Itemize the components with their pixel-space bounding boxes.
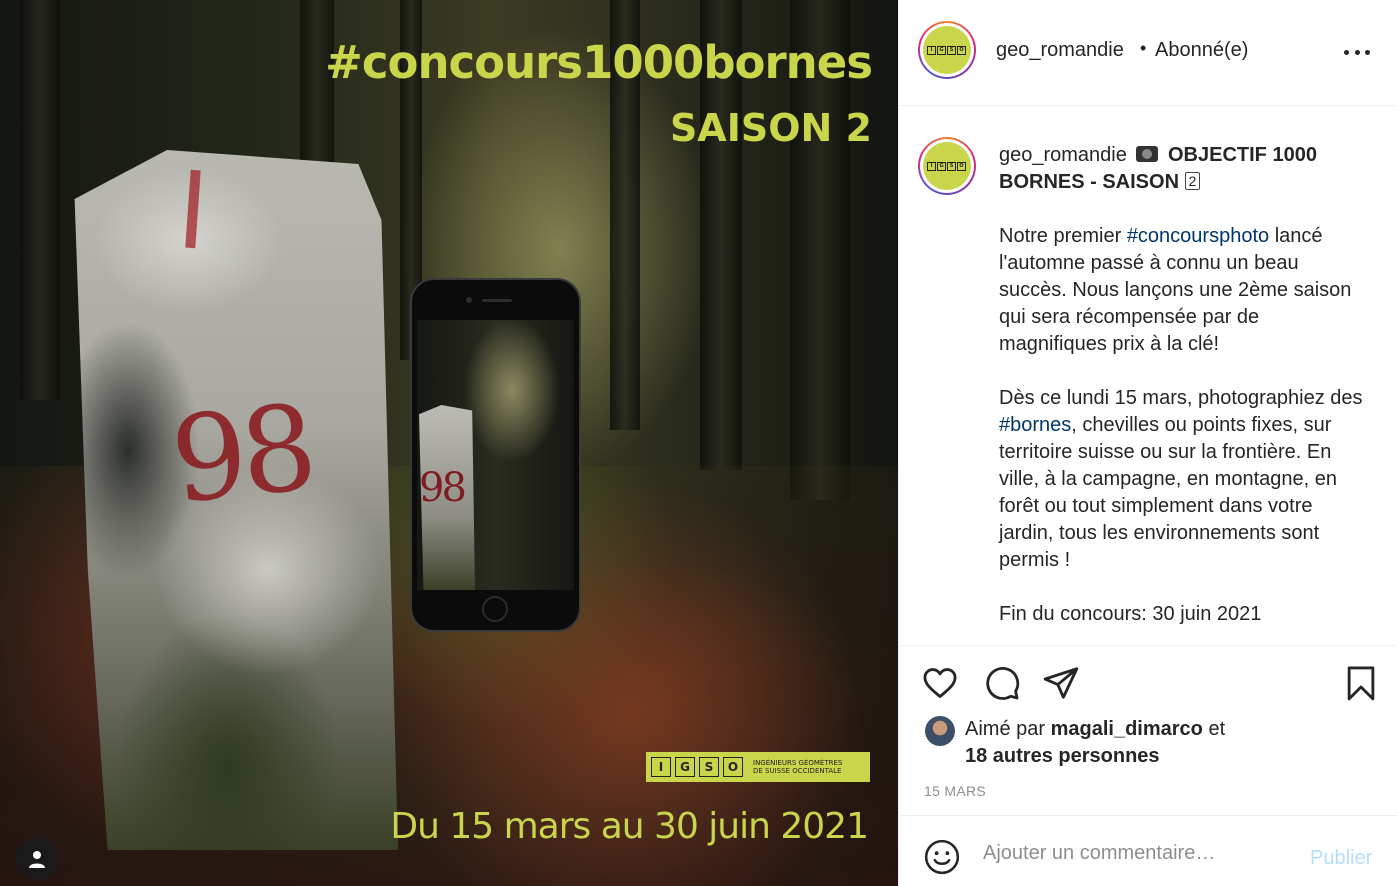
post-header: IGSO geo_romandie • Abonné(e) bbox=[899, 0, 1397, 106]
share-icon[interactable] bbox=[1042, 664, 1080, 702]
caption-paragraph: Fin du concours: 30 juin 2021 bbox=[999, 603, 1262, 625]
caption-paragraph: Dès ce lundi 15 mars, photographiez des … bbox=[999, 387, 1363, 571]
caption-username-link[interactable]: geo_romandie bbox=[999, 144, 1127, 166]
caption-section: IGSO geo_romandie OBJECTIF 1000 BORNES -… bbox=[899, 107, 1397, 645]
igso-letter: G bbox=[675, 757, 695, 777]
igso-tagline: INGÉNIEURS GÉOMÈTRES DE SUISSE OCCIDENTA… bbox=[753, 759, 842, 775]
avatar[interactable]: IGSO bbox=[923, 26, 971, 74]
igso-logo-badge: I G S O INGÉNIEURS GÉOMÈTRES DE SUISSE O… bbox=[646, 752, 870, 782]
post-actions: Aimé par magali_dimarco et 18 autres per… bbox=[899, 645, 1397, 815]
phone-home-button bbox=[482, 596, 508, 622]
liker-avatar[interactable] bbox=[925, 716, 955, 746]
hashtag-link[interactable]: #bornes bbox=[999, 414, 1071, 436]
igso-tagline-line1: INGÉNIEURS GÉOMÈTRES bbox=[753, 759, 843, 767]
avatar[interactable]: IGSO bbox=[923, 142, 971, 190]
comment-icon[interactable] bbox=[983, 664, 1021, 702]
comment-bar: Publier bbox=[899, 815, 1397, 886]
igso-letter: O bbox=[723, 757, 743, 777]
keycap-two-emoji: 2 bbox=[1184, 172, 1201, 190]
story-ring[interactable]: IGSO bbox=[918, 21, 976, 79]
header-separator: • bbox=[1140, 38, 1147, 58]
follow-status-button[interactable]: Abonné(e) bbox=[1155, 39, 1248, 62]
igso-logo-icon: IGSO bbox=[927, 161, 967, 171]
liker-username-link[interactable]: magali_dimarco bbox=[1051, 718, 1203, 740]
story-ring[interactable]: IGSO bbox=[918, 137, 976, 195]
caption-body: Notre premier #concoursphoto lancé l'aut… bbox=[999, 223, 1369, 645]
user-icon bbox=[29, 851, 45, 868]
igso-tagline-line2: DE SUISSE OCCIDENTALE bbox=[753, 767, 842, 775]
publish-button[interactable]: Publier bbox=[1310, 847, 1372, 870]
igso-logo-icon: IGSO bbox=[927, 45, 967, 55]
heart-icon[interactable] bbox=[921, 664, 959, 702]
tagged-users-button[interactable] bbox=[16, 838, 58, 880]
phone-graphic: 98 bbox=[412, 280, 579, 630]
post-image[interactable]: 98 98 #concours1000bornes SAISON 2 I G S… bbox=[0, 0, 898, 886]
phone-screen: 98 bbox=[417, 320, 574, 590]
likes-summary: Aimé par magali_dimarco et 18 autres per… bbox=[965, 718, 1226, 767]
image-season: SAISON 2 bbox=[669, 106, 872, 150]
more-options-icon[interactable] bbox=[1344, 42, 1370, 62]
tree-trunk bbox=[20, 0, 60, 400]
image-headline: #concours1000bornes bbox=[325, 36, 873, 89]
post-date[interactable]: 15 MARS bbox=[924, 783, 986, 799]
caption-heading: geo_romandie OBJECTIF 1000 BORNES - SAIS… bbox=[999, 142, 1379, 196]
phone-camera-dot bbox=[466, 297, 472, 303]
hashtag-link[interactable]: #concoursphoto bbox=[1127, 225, 1269, 247]
stone-number: 98 bbox=[165, 378, 317, 530]
other-likers-link[interactable]: 18 autres personnes bbox=[965, 745, 1160, 767]
bookmark-icon[interactable] bbox=[1342, 664, 1380, 702]
post-side-panel: IGSO geo_romandie • Abonné(e) IGSO geo_r… bbox=[898, 0, 1397, 886]
camera-emoji-icon bbox=[1136, 146, 1159, 162]
header-username-link[interactable]: geo_romandie bbox=[996, 39, 1124, 62]
image-dates: Du 15 mars au 30 juin 2021 bbox=[390, 806, 869, 847]
igso-letter: I bbox=[651, 757, 671, 777]
phone-screen-number: 98 bbox=[419, 465, 467, 511]
emoji-icon[interactable] bbox=[923, 838, 961, 876]
caption-paragraph: Notre premier #concoursphoto lancé l'aut… bbox=[999, 225, 1352, 355]
igso-letter: S bbox=[699, 757, 719, 777]
comment-input[interactable] bbox=[983, 840, 1283, 866]
phone-speaker bbox=[482, 299, 512, 302]
